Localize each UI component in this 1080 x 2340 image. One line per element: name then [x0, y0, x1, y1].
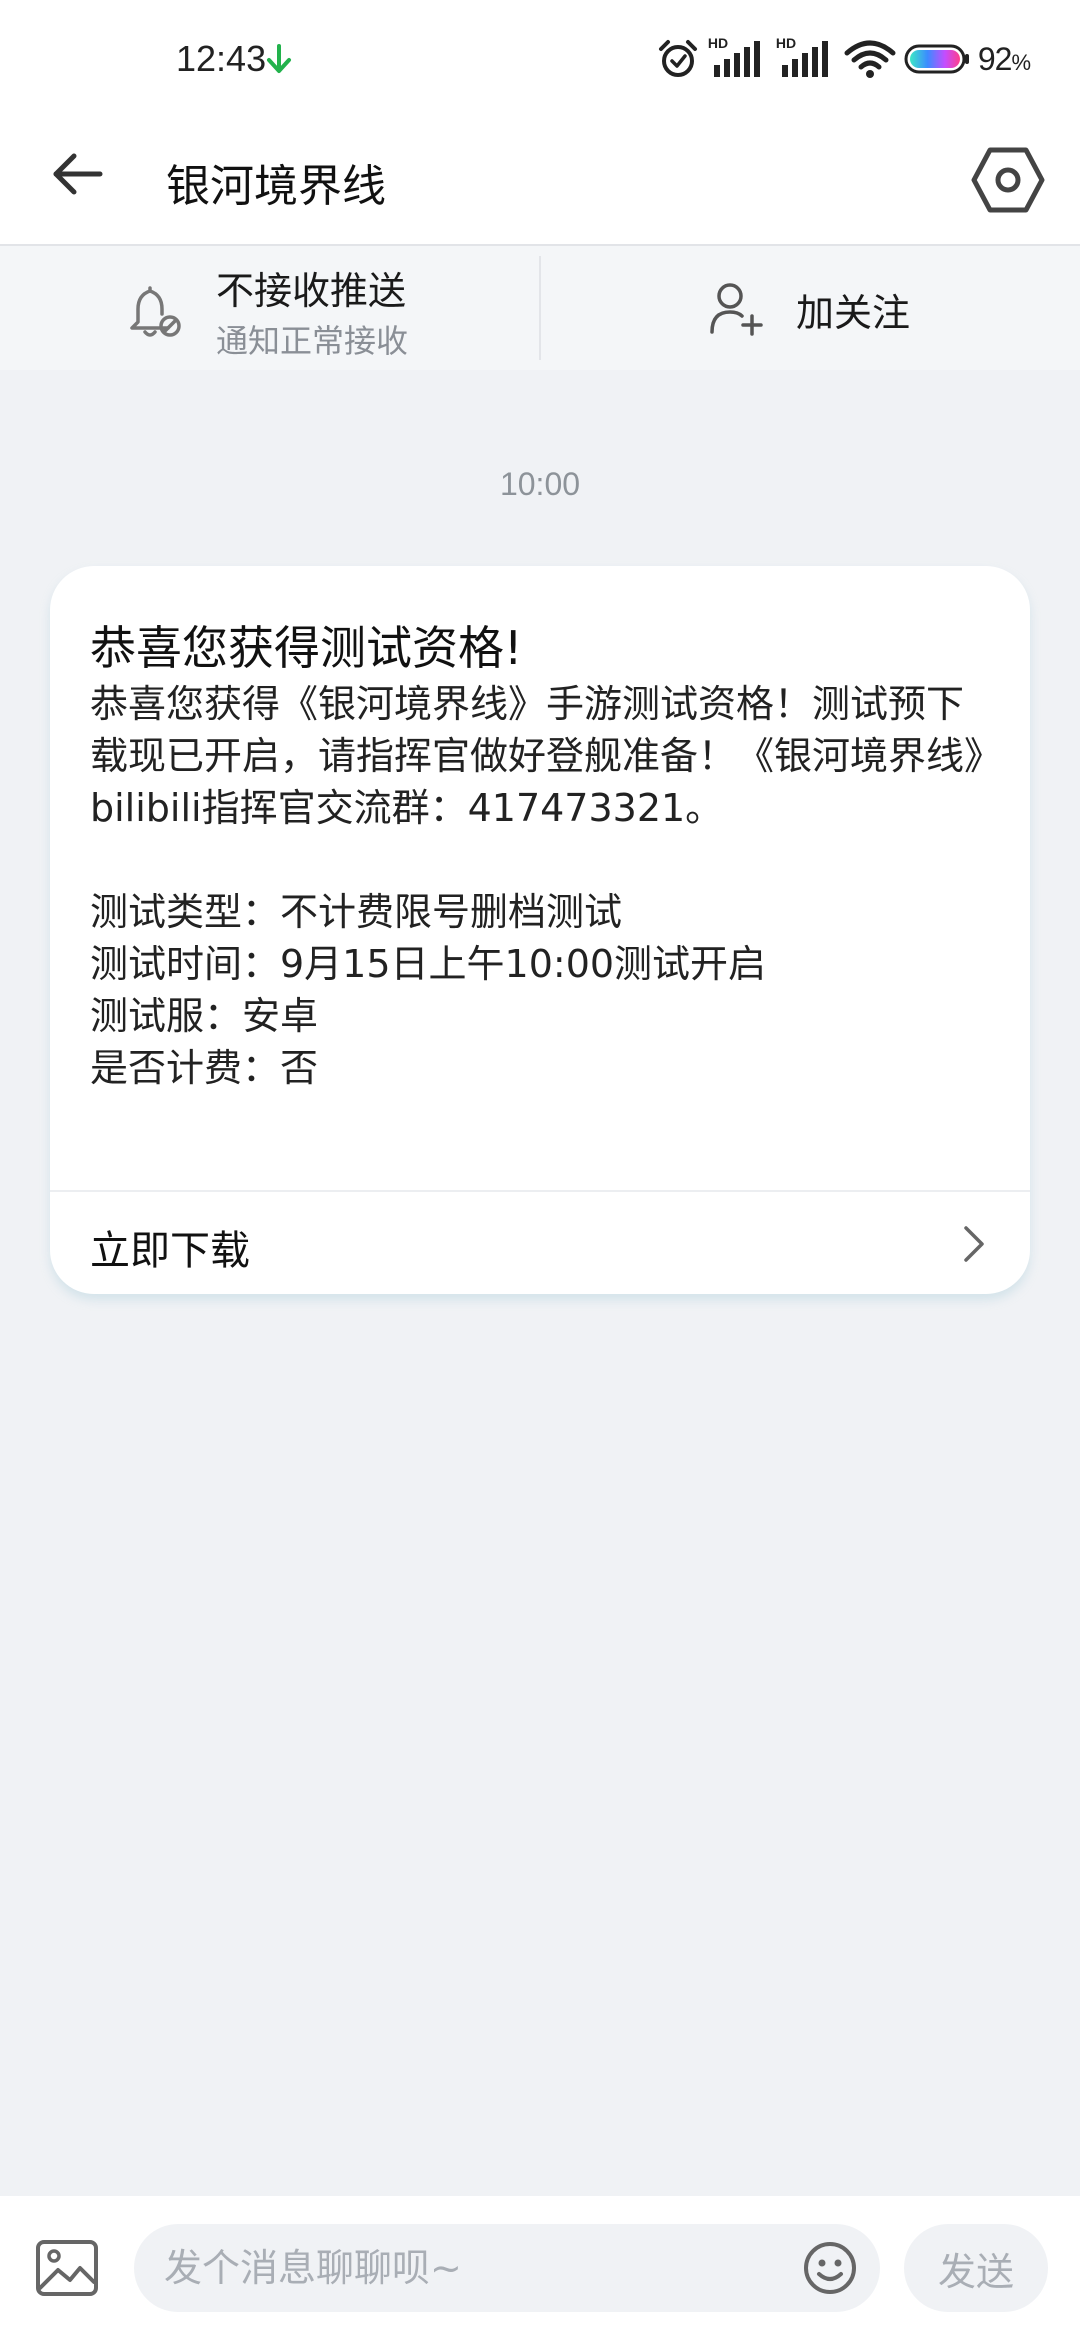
arrow-left-icon[interactable]: [46, 142, 110, 206]
message-composer: 发送: [0, 2196, 1080, 2340]
alarm-icon: [658, 40, 697, 77]
card-title: 恭喜您获得测试资格!: [90, 621, 523, 675]
title-bar: 银河境界线: [0, 120, 1080, 246]
add-user-icon: [710, 283, 763, 336]
battery-percent: 92%: [977, 40, 1031, 77]
card-detail-line: 测试服：安卓: [90, 994, 319, 1038]
hexagon-settings-icon[interactable]: [970, 142, 1046, 218]
message-input-box: [134, 2224, 880, 2312]
battery-icon: [904, 44, 969, 74]
signal-icon-2: HD: [775, 35, 836, 81]
image-icon[interactable]: [34, 2236, 100, 2300]
follow-label: 加关注: [796, 291, 911, 335]
follow-button[interactable]: 加关注: [700, 266, 960, 350]
hd-label: HD: [775, 35, 797, 51]
message-timestamp: 10:00: [499, 466, 581, 502]
bell-muted-icon: [130, 286, 181, 337]
card-detail-line: 测试类型：不计费限号删档测试: [90, 890, 623, 934]
action-divider: [539, 256, 541, 360]
send-button[interactable]: 发送: [904, 2224, 1048, 2312]
mute-push-subtitle: 通知正常接收: [216, 322, 409, 360]
status-time: 12:43: [176, 38, 267, 79]
card-detail-line: 是否计费：否: [90, 1046, 319, 1090]
chevron-right-icon: [964, 1226, 984, 1262]
hd-label: HD: [707, 35, 729, 51]
card-intro: 恭喜您获得《银河境界线》手游测试资格！测试预下载现已开启，请指挥官做好登舰准备！…: [90, 682, 984, 830]
conversation-actions: 不接收推送 通知正常接收 加关注: [0, 246, 1080, 370]
download-arrow-icon: [267, 44, 291, 73]
status-icons: HD HD 92%: [656, 34, 1031, 84]
mute-push-toggle[interactable]: 不接收推送 通知正常接收: [120, 254, 500, 362]
card-detail-line: 测试时间：9月15日上午10:00测试开启: [90, 942, 767, 986]
signal-icon-1: HD: [707, 35, 768, 81]
card-spacer: [90, 834, 1000, 886]
wifi-icon: [844, 40, 896, 78]
page-title: 银河境界线: [166, 161, 386, 212]
message-card: 恭喜您获得测试资格! 恭喜您获得《银河境界线》手游测试资格！测试预下载现已开启，…: [50, 566, 1030, 1294]
message-input[interactable]: [164, 2224, 804, 2312]
status-bar: 12:43 HD HD 92%: [0, 0, 1080, 120]
mute-push-label: 不接收推送: [216, 269, 407, 313]
download-now-label: 立即下载: [90, 1228, 250, 1274]
card-body: 恭喜您获得《银河境界线》手游测试资格！测试预下载现已开启，请指挥官做好登舰准备！…: [90, 678, 1000, 1094]
download-now-button[interactable]: 立即下载: [50, 1192, 1030, 1294]
emoji-icon[interactable]: [800, 2238, 860, 2298]
